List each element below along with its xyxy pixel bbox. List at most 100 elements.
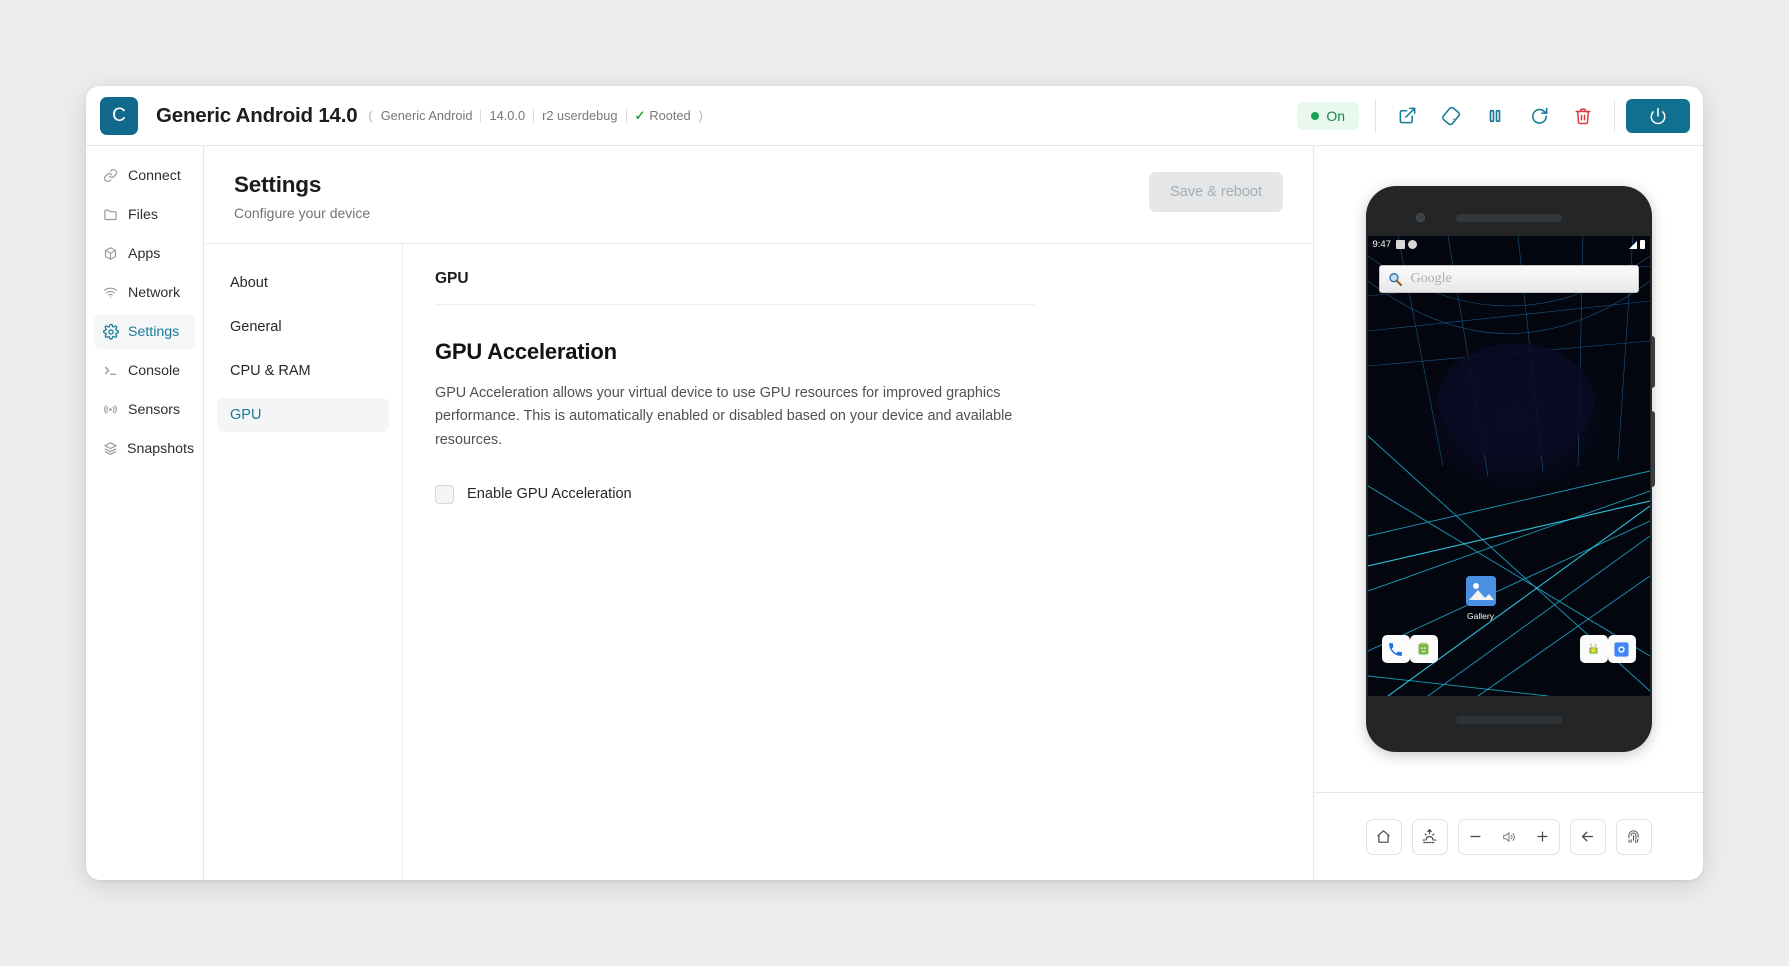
layers-icon [103, 441, 118, 456]
battery-icon [1639, 240, 1645, 249]
enable-gpu-acceleration-label: Enable GPU Acceleration [467, 486, 632, 503]
status-time: 9:47 [1372, 239, 1392, 250]
settings-panes: About General CPU & RAM GPU GPU GPU Acce… [204, 244, 1313, 880]
phone-icon[interactable] [1381, 635, 1410, 663]
fingerprint-button[interactable] [1615, 818, 1652, 855]
device-status-bar: 9:47 [1368, 236, 1650, 253]
pause-button[interactable] [1474, 96, 1516, 136]
search-icon [1388, 273, 1402, 286]
wifi-icon [103, 285, 119, 300]
meta-build: r2 userdebug [542, 108, 618, 123]
volume-controls [1457, 818, 1560, 855]
camera-icon[interactable] [1607, 635, 1636, 663]
phone-area: 9:47 Google Gallery [1314, 146, 1703, 792]
status-system-icons [1628, 240, 1645, 249]
page-header: Settings Configure your device Save & re… [204, 146, 1313, 244]
enable-gpu-acceleration-row[interactable]: Enable GPU Acceleration [435, 484, 1283, 504]
gallery-label: Gallery [1467, 611, 1494, 621]
sidebar-item-network[interactable]: Network [94, 275, 195, 310]
status-dot-icon [1311, 111, 1320, 120]
device-meta: ( Generic Android 14.0.0 r2 userdebug ✓ … [368, 108, 702, 124]
toolbar-actions [1376, 96, 1614, 136]
folder-icon [103, 207, 119, 222]
back-button[interactable] [1569, 818, 1606, 855]
sidebar-item-connect[interactable]: Connect [94, 158, 195, 193]
subnav-item-gpu[interactable]: GPU [217, 398, 389, 432]
rotate-device-button[interactable] [1430, 96, 1472, 136]
sensor-icon [103, 402, 119, 417]
app-window: C Generic Android 14.0 ( Generic Android… [86, 86, 1703, 880]
phone-frame: 9:47 Google Gallery [1365, 186, 1655, 752]
cube-icon [103, 246, 119, 261]
gallery-icon [1465, 576, 1496, 606]
device-dock [1368, 634, 1650, 664]
volume-icon [1492, 829, 1526, 845]
sidebar-item-settings[interactable]: Settings [94, 314, 195, 349]
body: Connect Files Apps Network Settings Cons… [86, 146, 1703, 880]
sidebar-item-label: Settings [128, 323, 180, 340]
sidebar-item-label: Connect [128, 167, 181, 184]
google-search-widget[interactable]: Google [1378, 265, 1639, 293]
sidebar-item-label: Snapshots [127, 440, 195, 457]
bottom-grille [1455, 716, 1562, 724]
restart-button[interactable] [1518, 96, 1560, 136]
sidebar-item-label: Files [128, 206, 158, 223]
meta-version: 14.0.0 [489, 108, 526, 123]
meta-close-paren: ) [698, 108, 703, 123]
gallery-image-glyph [1465, 576, 1496, 606]
sidebar-item-label: Apps [128, 245, 161, 262]
toolbar-divider [1614, 98, 1615, 133]
delete-button[interactable] [1562, 96, 1604, 136]
enable-gpu-acceleration-checkbox[interactable] [435, 484, 454, 504]
sidebar-item-label: Sensors [128, 401, 181, 418]
volume-down-button[interactable] [1459, 820, 1492, 854]
power-button[interactable] [1626, 98, 1690, 133]
apps-icon[interactable] [1579, 635, 1608, 663]
gallery-app-icon[interactable]: Gallery [1453, 576, 1509, 621]
status-label: On [1326, 107, 1345, 124]
search-placeholder: Google [1410, 271, 1452, 286]
page-subtitle: Configure your device [234, 205, 371, 221]
wallpaper-lines [1367, 236, 1650, 696]
sidebar-item-sensors[interactable]: Sensors [94, 392, 195, 427]
sidebar-item-label: Console [128, 362, 181, 379]
content-area: Settings Configure your device Save & re… [204, 146, 1313, 880]
notification-icon [1408, 240, 1417, 249]
front-camera-icon [1415, 213, 1425, 222]
meta-rooted-label: Rooted [649, 108, 691, 123]
sidebar-item-snapshots[interactable]: Snapshots [94, 431, 195, 466]
meta-device-name: Generic Android [380, 108, 473, 123]
subnav-item-general[interactable]: General [217, 310, 389, 344]
earpiece-grille [1455, 214, 1562, 222]
sidebar-item-files[interactable]: Files [94, 197, 195, 232]
subnav-item-cpu-ram[interactable]: CPU & RAM [217, 354, 389, 388]
subnav-item-about[interactable]: About [217, 266, 389, 300]
sidebar-item-console[interactable]: Console [94, 353, 195, 388]
save-and-reboot-button[interactable]: Save & reboot [1149, 172, 1283, 212]
open-external-button[interactable] [1386, 96, 1428, 136]
meta-rooted: ✓ Rooted [627, 108, 699, 124]
device-title: Generic Android 14.0 [156, 103, 358, 127]
messaging-icon[interactable] [1409, 635, 1438, 663]
link-icon [103, 168, 119, 183]
sidebar-item-apps[interactable]: Apps [94, 236, 195, 271]
section-description: GPU Acceleration allows your virtual dev… [435, 385, 1013, 448]
volume-up-button[interactable] [1526, 820, 1559, 854]
section-label: GPU [435, 270, 1035, 305]
device-screen[interactable]: 9:47 Google Gallery [1367, 236, 1650, 696]
sidebar-item-label: Network [128, 284, 181, 301]
signal-icon [1628, 240, 1637, 249]
status-notification-icons [1396, 240, 1417, 249]
page-title: Settings [234, 172, 322, 197]
title-bar: C Generic Android 14.0 ( Generic Android… [86, 86, 1703, 146]
section-title: GPU Acceleration [435, 339, 617, 364]
status-badge: On [1297, 101, 1359, 130]
home-button[interactable] [1365, 818, 1402, 855]
terminal-icon [103, 363, 119, 378]
device-preview-panel: 9:47 Google Gallery [1313, 146, 1703, 880]
brightness-button[interactable] [1411, 818, 1448, 855]
device-controls-bar [1314, 792, 1703, 880]
side-button[interactable] [1650, 411, 1655, 487]
notification-icon [1396, 240, 1405, 249]
app-logo: C [100, 96, 138, 135]
